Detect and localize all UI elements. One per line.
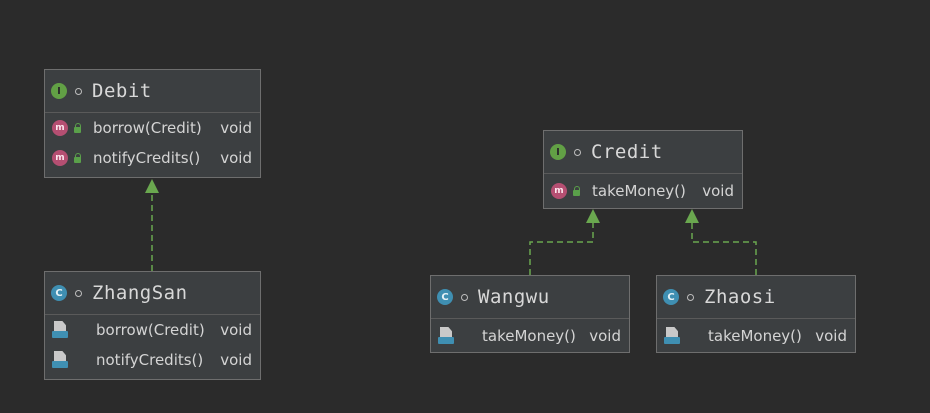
class-name: ZhangSan: [92, 282, 188, 304]
class-debit[interactable]: I Debit m borrow(Credit) void m notifyCr…: [44, 69, 261, 178]
visibility-icon: [75, 87, 82, 95]
method-row[interactable]: takeMoney() void: [431, 319, 629, 353]
class-name: Debit: [92, 80, 152, 102]
method-return-type: void: [815, 327, 847, 345]
implemented-method-icon: [664, 327, 680, 345]
visibility-icon: [574, 148, 581, 156]
arrowhead-credit-left: [586, 209, 600, 223]
class-icon: C: [437, 289, 453, 305]
class-name: Wangwu: [478, 286, 550, 308]
interface-icon: I: [51, 83, 67, 99]
class-credit[interactable]: I Credit m takeMoney() void: [543, 130, 743, 209]
method-name: takeMoney(): [482, 327, 576, 345]
class-name: Zhaosi: [704, 286, 776, 308]
implemented-method-icon: [52, 321, 68, 339]
method-return-type: void: [220, 351, 252, 369]
method-row[interactable]: borrow(Credit) void: [45, 315, 260, 345]
class-wangwu[interactable]: C Wangwu takeMoney() void: [430, 275, 630, 353]
class-header: C Zhaosi: [657, 276, 855, 319]
method-icon: m: [551, 183, 567, 199]
class-zhaosi[interactable]: C Zhaosi takeMoney() void: [656, 275, 856, 353]
class-header: I Credit: [544, 131, 742, 174]
implemented-method-icon: [438, 327, 454, 345]
arrowhead-debit: [145, 179, 159, 193]
class-name: Credit: [591, 141, 663, 163]
class-icon: C: [663, 289, 679, 305]
class-header: C ZhangSan: [45, 272, 260, 315]
method-name: notifyCredits(): [96, 351, 204, 369]
method-return-type: void: [220, 119, 252, 137]
method-name: borrow(Credit): [96, 321, 205, 339]
method-row[interactable]: notifyCredits() void: [45, 345, 260, 375]
edge-wangwu-credit: [529, 222, 594, 275]
method-row[interactable]: m takeMoney() void: [544, 174, 742, 208]
method-name: notifyCredits(): [93, 149, 201, 167]
method-name: takeMoney(): [708, 327, 802, 345]
class-header: I Debit: [45, 70, 260, 113]
method-return-type: void: [220, 321, 252, 339]
implemented-method-icon: [52, 351, 68, 369]
method-return-type: void: [589, 327, 621, 345]
method-icon: m: [52, 120, 68, 136]
method-row[interactable]: m notifyCredits() void: [45, 143, 260, 173]
public-lock-icon: [573, 186, 580, 196]
edge-zhaosi-credit: [691, 222, 757, 275]
visibility-icon: [75, 289, 82, 297]
arrowhead-credit-right: [685, 209, 699, 223]
class-icon: C: [51, 285, 67, 301]
method-return-type: void: [220, 149, 252, 167]
interface-icon: I: [550, 144, 566, 160]
method-icon: m: [52, 150, 68, 166]
public-lock-icon: [74, 123, 81, 133]
public-lock-icon: [74, 153, 81, 163]
method-name: borrow(Credit): [93, 119, 202, 137]
method-row[interactable]: takeMoney() void: [657, 319, 855, 353]
class-zhangsan[interactable]: C ZhangSan borrow(Credit) void notifyCre…: [44, 271, 261, 380]
class-header: C Wangwu: [431, 276, 629, 319]
visibility-icon: [687, 293, 694, 301]
visibility-icon: [461, 293, 468, 301]
method-return-type: void: [702, 182, 734, 200]
method-name: takeMoney(): [592, 182, 686, 200]
method-row[interactable]: m borrow(Credit) void: [45, 113, 260, 143]
